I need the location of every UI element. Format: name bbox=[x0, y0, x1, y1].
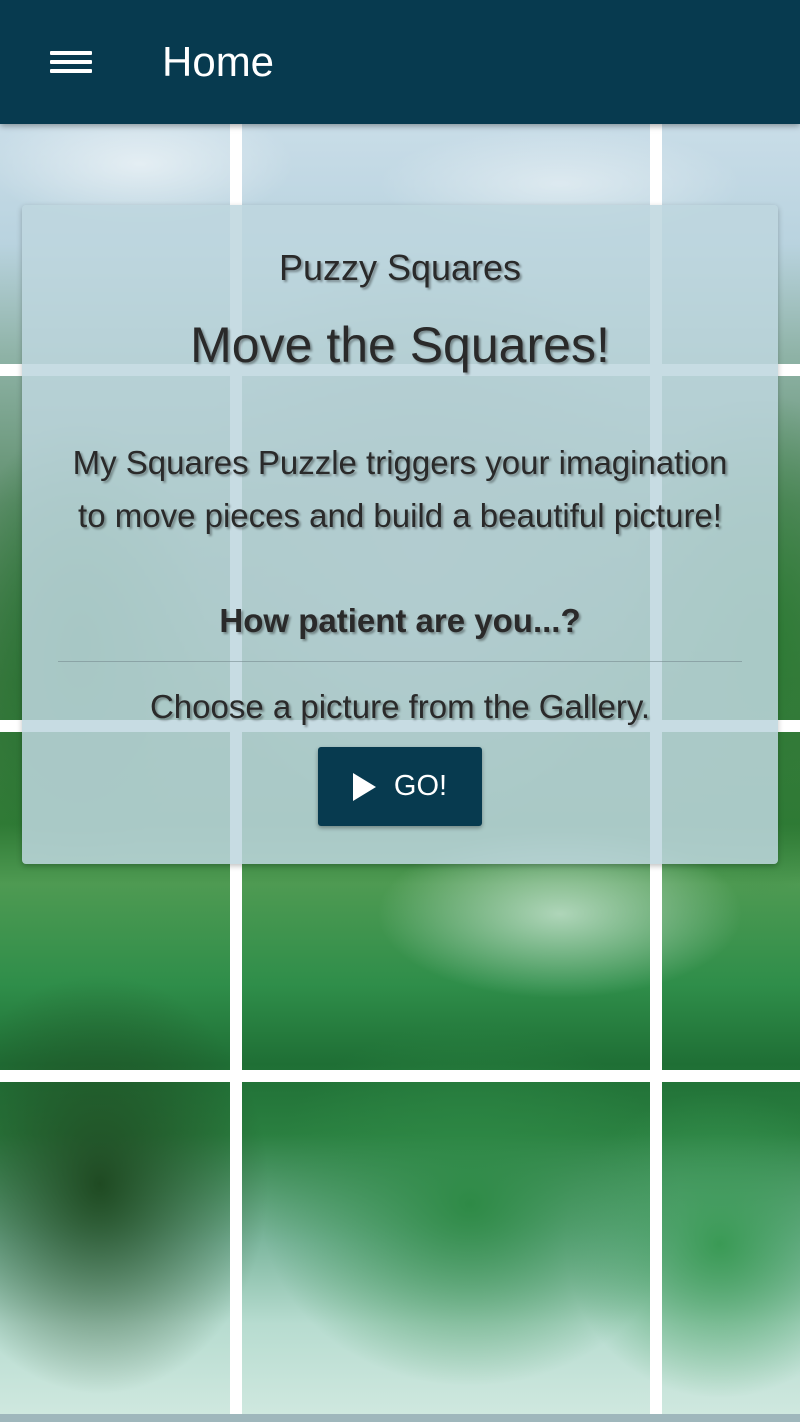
menu-icon-bar bbox=[50, 60, 92, 64]
bottom-strip bbox=[0, 1414, 800, 1422]
go-button[interactable]: GO! bbox=[318, 747, 482, 826]
play-icon bbox=[352, 772, 376, 801]
puzzle-grid-line bbox=[0, 1070, 800, 1082]
instruction-text: Choose a picture from the Gallery. bbox=[149, 688, 651, 725]
description-text: My Squares Puzzle triggers your imaginat… bbox=[72, 444, 728, 534]
question-text: How patient are you...? bbox=[219, 602, 581, 639]
menu-icon-bar bbox=[50, 69, 92, 73]
page-title: Home bbox=[162, 38, 275, 85]
intro-card: Puzzy Squares Move the Squares! My Squar… bbox=[22, 205, 778, 864]
app-name: Puzzy Squares bbox=[278, 247, 522, 288]
divider bbox=[58, 661, 742, 662]
menu-icon-bar bbox=[50, 51, 92, 55]
app-bar: Home bbox=[0, 0, 800, 124]
hamburger-menu-icon[interactable] bbox=[50, 45, 94, 79]
headline: Move the Squares! bbox=[190, 317, 610, 373]
go-button-label: GO! bbox=[393, 770, 448, 802]
